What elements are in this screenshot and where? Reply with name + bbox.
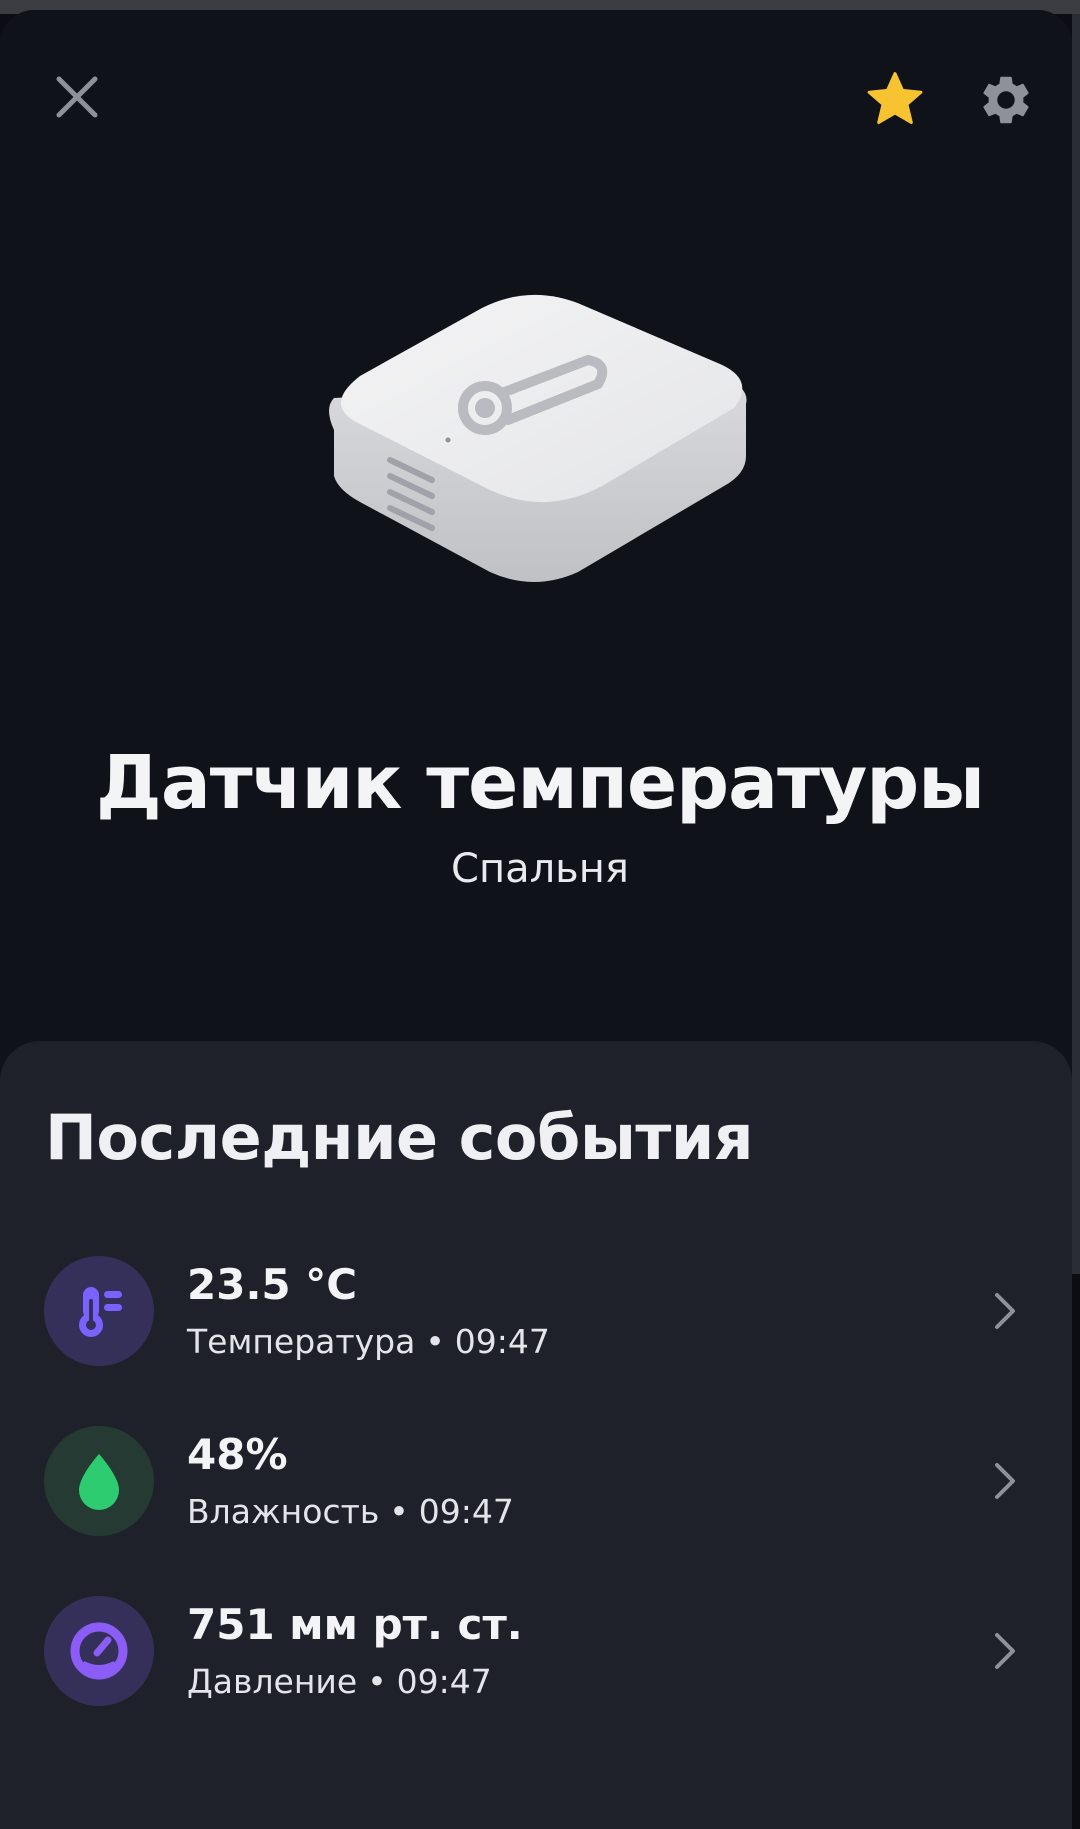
close-icon bbox=[56, 76, 98, 118]
event-meta: Давление • 09:47 bbox=[187, 1662, 492, 1701]
water-drop-icon bbox=[79, 1454, 119, 1510]
event-meta: Температура • 09:47 bbox=[187, 1322, 550, 1361]
event-label: Давление bbox=[187, 1662, 358, 1701]
event-time: 09:47 bbox=[418, 1492, 514, 1531]
water-drop-icon-badge bbox=[44, 1426, 154, 1536]
star-icon bbox=[867, 72, 923, 125]
recent-events-title: Последние события bbox=[45, 1101, 754, 1174]
gear-icon bbox=[983, 76, 1029, 124]
gauge-icon-badge bbox=[44, 1596, 154, 1706]
chevron-right-icon bbox=[995, 1463, 1015, 1499]
thermometer-icon bbox=[79, 1287, 122, 1337]
settings-button[interactable] bbox=[966, 60, 1046, 140]
scrollbar[interactable] bbox=[1072, 14, 1080, 1274]
thermometer-icon-badge bbox=[44, 1256, 154, 1366]
event-value: 751 мм рт. ст. bbox=[187, 1600, 523, 1649]
event-row-temperature[interactable]: 23.5 °C Температура • 09:47 bbox=[0, 1236, 1072, 1386]
chevron-right-icon bbox=[995, 1633, 1015, 1669]
event-label: Влажность bbox=[187, 1492, 380, 1531]
close-button[interactable] bbox=[40, 60, 114, 134]
event-row-pressure[interactable]: 751 мм рт. ст. Давление • 09:47 bbox=[0, 1576, 1072, 1726]
chevron-right-icon bbox=[995, 1293, 1015, 1329]
gauge-icon bbox=[70, 1622, 128, 1680]
event-value: 23.5 °C bbox=[187, 1260, 358, 1309]
device-sheet: Датчик температуры Спальня Последние соб… bbox=[0, 10, 1072, 1829]
recent-events-panel: Последние события 23.5 °C Температура • 09… bbox=[0, 1041, 1072, 1829]
sensor-device-image bbox=[329, 294, 747, 582]
device-room: Спальня bbox=[451, 846, 629, 892]
favorite-button[interactable] bbox=[855, 60, 935, 140]
event-value: 48% bbox=[187, 1430, 288, 1479]
event-time: 09:47 bbox=[454, 1322, 550, 1361]
event-time: 09:47 bbox=[396, 1662, 492, 1701]
event-label: Температура bbox=[187, 1322, 416, 1361]
event-meta: Влажность • 09:47 bbox=[187, 1492, 514, 1531]
device-title: Датчик температуры bbox=[95, 740, 985, 826]
event-row-humidity[interactable]: 48% Влажность • 09:47 bbox=[0, 1406, 1072, 1556]
